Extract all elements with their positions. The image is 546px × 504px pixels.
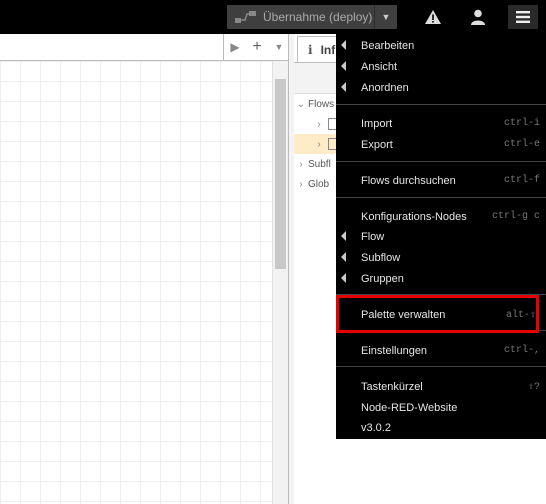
menu-item-label: Anordnen bbox=[361, 81, 409, 94]
hamburger-menu-icon[interactable] bbox=[508, 5, 538, 29]
menu-divider bbox=[336, 366, 546, 367]
deploy-icon bbox=[233, 5, 259, 29]
menu-item-label: Subflow bbox=[361, 251, 401, 264]
workspace: ▶ + ▼ bbox=[0, 34, 290, 504]
submenu-arrow-icon bbox=[341, 82, 346, 92]
submenu-arrow-icon bbox=[341, 231, 346, 241]
menu-item-export[interactable]: Export ctrl-e bbox=[336, 134, 546, 155]
menu-item-shortcut: ⇧? bbox=[527, 381, 540, 393]
menu-item-shortcut: ctrl-g c bbox=[491, 211, 540, 222]
menu-item-anordnen[interactable]: Anordnen bbox=[336, 77, 546, 98]
menu-item-flows-durchsuchen[interactable]: Flows durchsuchen ctrl-f bbox=[336, 170, 546, 191]
chevron-down-icon[interactable]: ▼ bbox=[268, 34, 290, 60]
tab-info-label: Inf bbox=[320, 43, 336, 57]
warning-icon[interactable] bbox=[418, 5, 448, 29]
user-icon[interactable] bbox=[463, 5, 493, 29]
menu-item-label: Node-RED-Website bbox=[361, 401, 458, 414]
menu-divider bbox=[336, 197, 546, 198]
submenu-arrow-icon bbox=[341, 40, 346, 50]
workspace-canvas[interactable] bbox=[0, 61, 272, 504]
deploy-label: Übernahme (deploy) bbox=[263, 10, 373, 24]
menu-item-label: Flow bbox=[361, 230, 385, 243]
menu-item-label: Export bbox=[361, 138, 393, 151]
tree-item-label: Subfl bbox=[308, 158, 331, 170]
chevron-right-icon[interactable]: › bbox=[294, 179, 308, 190]
submenu-arrow-icon bbox=[341, 273, 346, 283]
menu-item-label: Import bbox=[361, 117, 393, 130]
menu-item-label: Konfigurations-Nodes bbox=[361, 210, 467, 223]
workspace-tab-bar: ▶ + ▼ bbox=[0, 34, 290, 61]
menu-item-einstellungen[interactable]: Einstellungen ctrl-, bbox=[336, 340, 546, 361]
menu-item-shortcut: ctrl-i bbox=[503, 118, 540, 129]
menu-item-konfigurations-nodes[interactable]: Konfigurations-Nodes ctrl-g c bbox=[336, 206, 546, 227]
deploy-button[interactable]: Übernahme (deploy) ▼ bbox=[227, 5, 397, 29]
main-menu: Bearbeiten Ansicht Anordnen Import ctrl-… bbox=[336, 34, 546, 439]
menu-item-shortcut: ctrl-e bbox=[503, 139, 540, 150]
workspace-scrollbar[interactable] bbox=[272, 61, 289, 504]
menu-item-label: Einstellungen bbox=[361, 344, 428, 357]
header-bar: Übernahme (deploy) ▼ bbox=[0, 0, 546, 34]
workspace-tab-buttons: ▶ + ▼ bbox=[223, 34, 290, 60]
tree-item-label: Flows bbox=[308, 98, 335, 110]
menu-divider bbox=[336, 104, 546, 105]
menu-item-subflow[interactable]: Subflow bbox=[336, 247, 546, 268]
menu-divider bbox=[336, 161, 546, 162]
version-label: v3.0.2 bbox=[361, 421, 391, 434]
scrollbar-thumb[interactable] bbox=[275, 79, 286, 269]
menu-item-version: v3.0.2 bbox=[336, 417, 546, 438]
menu-item-tastenkuerzel[interactable]: Tastenkürzel ⇧? bbox=[336, 376, 546, 397]
scroll-right-icon[interactable]: ▶ bbox=[224, 34, 246, 60]
submenu-arrow-icon bbox=[341, 252, 346, 262]
menu-item-import[interactable]: Import ctrl-i bbox=[336, 113, 546, 134]
menu-item-label: Tastenkürzel bbox=[361, 380, 423, 393]
menu-item-shortcut: ctrl-, bbox=[503, 345, 540, 356]
menu-item-label: Gruppen bbox=[361, 272, 404, 285]
chevron-right-icon[interactable]: › bbox=[312, 119, 326, 130]
chevron-right-icon[interactable]: › bbox=[294, 159, 308, 170]
menu-item-label: Bearbeiten bbox=[361, 39, 415, 52]
chevron-down-icon[interactable]: ▼ bbox=[374, 5, 397, 29]
menu-item-gruppen[interactable]: Gruppen bbox=[336, 268, 546, 289]
chevron-down-icon[interactable]: ⌄ bbox=[294, 99, 308, 110]
add-flow-icon[interactable]: + bbox=[246, 34, 268, 60]
menu-item-ansicht[interactable]: Ansicht bbox=[336, 56, 546, 77]
menu-item-flow[interactable]: Flow bbox=[336, 226, 546, 247]
menu-item-label: Ansicht bbox=[361, 60, 398, 73]
menu-item-label: Flows durchsuchen bbox=[361, 174, 456, 187]
submenu-arrow-icon bbox=[341, 61, 346, 71]
menu-item-bearbeiten[interactable]: Bearbeiten bbox=[336, 35, 546, 56]
menu-item-shortcut: ctrl-f bbox=[503, 175, 540, 186]
info-icon: i bbox=[308, 43, 313, 57]
highlight-box bbox=[336, 295, 539, 333]
tree-item-label: Glob bbox=[308, 178, 330, 190]
chevron-right-icon[interactable]: › bbox=[312, 139, 326, 150]
menu-item-node-red-website[interactable]: Node-RED-Website bbox=[336, 397, 546, 418]
